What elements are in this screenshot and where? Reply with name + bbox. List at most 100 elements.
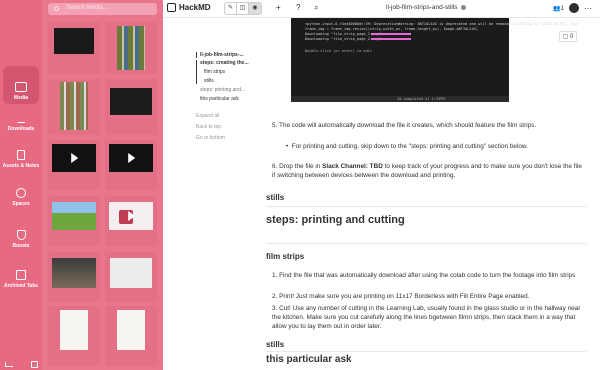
media-thumb[interactable]: [48, 79, 100, 135]
media-thumb[interactable]: [105, 22, 157, 74]
archive-icon: [16, 270, 26, 280]
media-thumb[interactable]: [48, 306, 100, 366]
heading-this-particular-ask: this particular ask: [266, 354, 352, 365]
play-icon: [128, 153, 136, 163]
add-icon[interactable]: +: [276, 3, 281, 13]
app-logo[interactable]: HackMD: [167, 3, 211, 12]
media-thumb[interactable]: [105, 140, 157, 190]
thumb-image: [52, 258, 96, 288]
thumb-image: [52, 202, 96, 230]
user-count: 1: [560, 5, 564, 12]
app-window: Media Downloads Assets & Notes Spaces Bo…: [0, 0, 600, 370]
heading-printing-cutting: steps: printing and cutting: [266, 214, 405, 226]
terminal-line: <python-input-0-f4e4400000>:59: Deprecat…: [305, 22, 578, 26]
view-mode-group: ✎ ◫ ◉: [224, 2, 262, 15]
user-area: 👥1 ⋯: [553, 3, 592, 13]
heading-stills: stills: [266, 193, 285, 202]
rail-item-downloads[interactable]: Downloads: [3, 97, 39, 135]
thumb-image: [117, 310, 145, 350]
rail-item-spaces[interactable]: Spaces: [3, 172, 39, 210]
media-thumb[interactable]: [105, 306, 157, 366]
media-thumb[interactable]: [48, 22, 100, 74]
rail-item-label: Boosts: [12, 243, 30, 249]
info-icon[interactable]: [461, 4, 467, 10]
media-thumb[interactable]: [48, 196, 100, 246]
thumb-image: [54, 28, 94, 54]
terminal-line: Downloading "film_strip_page_2.png": [305, 37, 381, 41]
search-icon: [54, 6, 59, 11]
rail-item-assets-notes[interactable]: Assets & Notes: [3, 134, 39, 172]
editor-toolbar: HackMD ✎ ◫ ◉ + ? ⌕ ll-job-film-strips-an…: [163, 0, 600, 18]
go-to-bottom-link[interactable]: Go to bottom: [196, 135, 266, 141]
step-5-bullet-text: For printing and cutting, skip down to t…: [291, 143, 528, 150]
thumb-image: [110, 258, 152, 288]
thumb-image: [109, 144, 153, 172]
help-icon[interactable]: ?: [296, 3, 300, 13]
toc-item[interactable]: this particular ask: [200, 96, 266, 102]
toc-item[interactable]: film strips: [200, 69, 266, 75]
users-icon[interactable]: 👥1: [553, 5, 564, 12]
terminal-line: Downloading "film_strip_page_1.png": [305, 32, 381, 36]
search-icon[interactable]: ⌕: [314, 3, 318, 13]
thumb-image: [60, 310, 88, 350]
heading-film-strips: film strips: [266, 252, 305, 261]
media-thumb[interactable]: [48, 252, 100, 302]
toc-item[interactable]: steps: printing and...: [200, 87, 266, 93]
table-of-contents: ll-job-film-strips-... steps: creating t…: [196, 52, 266, 141]
terminal-status: 3m completed at 1:33PM: [397, 97, 445, 101]
rail-item-label: Archived Tabs: [3, 283, 39, 289]
collapse-arrow-icon[interactable]: [5, 362, 13, 367]
gift-icon[interactable]: [31, 361, 38, 368]
back-to-top-link[interactable]: Back to top: [196, 124, 266, 130]
thumb-image: [110, 88, 152, 115]
rail-item-boosts[interactable]: Boosts: [3, 214, 39, 252]
media-thumb[interactable]: [48, 140, 100, 190]
thumb-image: [109, 202, 153, 230]
heading-stills-2: stills: [266, 340, 285, 349]
download-icon: [17, 113, 25, 123]
document-content: <python-input-0-f4e4400000>:59: Deprecat…: [266, 18, 586, 370]
media-thumb[interactable]: [105, 196, 157, 246]
media-panel: Search Media...: [42, 0, 163, 370]
toc-title[interactable]: ll-job-film-strips-...: [196, 52, 266, 58]
avatar[interactable]: [569, 3, 579, 13]
play-icon: [128, 211, 136, 221]
expand-all-link[interactable]: Expand all: [196, 113, 266, 119]
document-title-text: ll-job-film-strips-and-stills: [386, 4, 458, 11]
rail-item-archived-tabs[interactable]: Archived Tabs: [3, 254, 39, 292]
step-5-bullet: • For printing and cutting, skip down to…: [286, 142, 582, 151]
media-thumb[interactable]: [105, 252, 157, 302]
media-thumb[interactable]: [105, 79, 157, 135]
rail-item-label: Assets & Notes: [2, 163, 40, 169]
thumb-image: [52, 144, 96, 172]
search-placeholder: Search Media...: [66, 5, 109, 11]
document-title: ll-job-film-strips-and-stills: [386, 4, 467, 11]
slack-channel-label: Slack Channel: TBD: [322, 163, 383, 170]
step-6: 6. Drop the file in Slack Channel: TBD t…: [272, 162, 582, 180]
terminal-screenshot: <python-input-0-f4e4400000>:59: Deprecat…: [291, 18, 578, 102]
print-step-1: 1. Find the file that was automatically …: [272, 272, 576, 279]
spaces-icon: [16, 188, 26, 198]
split-mode-button[interactable]: ◫: [237, 3, 249, 14]
play-icon: [71, 153, 79, 163]
view-mode-button[interactable]: ◉: [249, 3, 261, 14]
search-input[interactable]: Search Media...: [48, 3, 157, 15]
toc-item[interactable]: steps: creating the...: [200, 60, 266, 66]
download-progress-bar: [371, 33, 411, 35]
rail-item-label: Downloads: [7, 126, 35, 132]
boosts-icon: [16, 230, 26, 240]
app-name: HackMD: [179, 3, 211, 12]
print-step-3: 3. Cut! Use any number of cutting in the…: [272, 305, 581, 330]
more-menu-icon[interactable]: ⋯: [584, 4, 592, 13]
hackmd-logo-icon: [167, 3, 176, 12]
terminal-line: Double-click (or enter) to edit: [305, 49, 373, 53]
thumb-image: [117, 26, 145, 70]
terminal-line: frame_img = frame_img.resize((strip_widt…: [305, 27, 479, 31]
toc-item[interactable]: stills: [200, 78, 266, 84]
thumb-image: [60, 82, 88, 130]
edit-mode-button[interactable]: ✎: [225, 3, 237, 14]
download-progress-bar: [371, 38, 411, 40]
step-6-text: 6. Drop the file in: [272, 163, 323, 170]
notes-icon: [17, 150, 25, 160]
left-rail: Media Downloads Assets & Notes Spaces Bo…: [0, 0, 42, 370]
